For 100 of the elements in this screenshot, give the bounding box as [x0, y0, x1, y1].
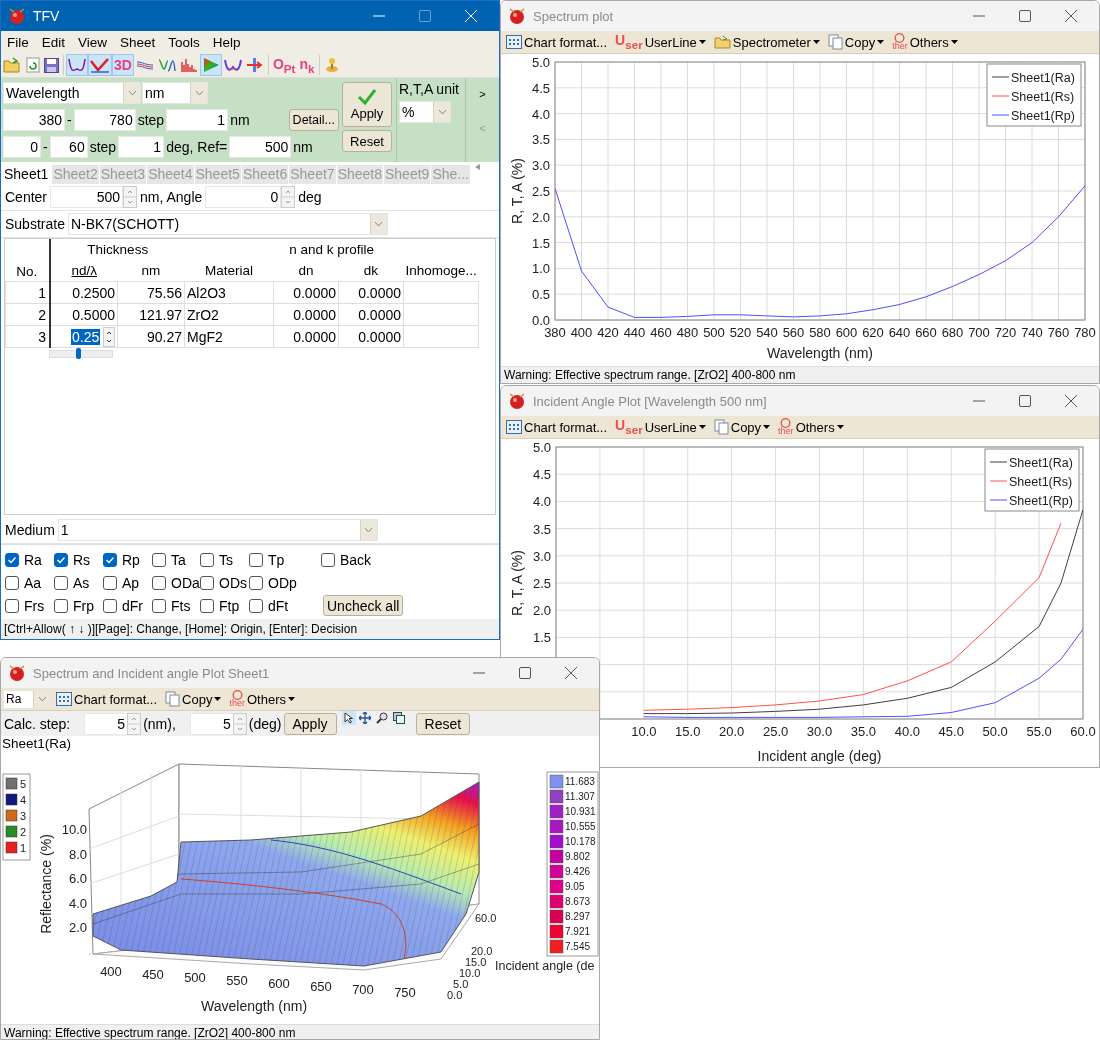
maximize-icon[interactable]	[1019, 395, 1031, 407]
slider-track[interactable]	[49, 350, 113, 358]
cell-editor[interactable]: 0.25	[71, 328, 101, 345]
column-header[interactable]: Inhomoge...	[403, 260, 479, 282]
column-header[interactable]: Material	[184, 260, 274, 282]
input-field[interactable]: 1	[166, 108, 229, 131]
input-field[interactable]: 0	[205, 186, 282, 208]
checkbox-box[interactable]	[200, 598, 214, 613]
column-header[interactable]: nd/λ	[50, 260, 118, 282]
toolbar-menu-button[interactable]: Chart format...	[503, 417, 611, 437]
checkbox[interactable]: ODa	[152, 574, 200, 591]
toolbar-button[interactable]	[199, 54, 222, 76]
input-field[interactable]: 500	[50, 186, 124, 208]
checkbox[interactable]: Aa	[5, 574, 54, 591]
checkbox[interactable]: Rs	[54, 551, 103, 568]
slider-thumb[interactable]	[75, 348, 81, 359]
toolbar-menu-button[interactable]: Spectrometer	[710, 32, 823, 52]
checkbox[interactable]: Ap	[103, 574, 152, 591]
checkbox[interactable]: Tp	[249, 551, 321, 568]
toolbar-button[interactable]	[88, 54, 112, 76]
detail-button[interactable]: Detail...	[288, 108, 339, 131]
apply-button[interactable]: Apply	[283, 712, 337, 735]
checkbox-box[interactable]	[249, 552, 263, 567]
scroll-left-icon[interactable]	[474, 164, 480, 170]
input-field[interactable]: 0	[3, 135, 41, 158]
checkbox-box[interactable]	[103, 598, 117, 613]
axis-dropdown[interactable]: Wavelength	[3, 81, 141, 104]
column-header[interactable]: dk	[338, 260, 404, 282]
checkbox[interactable]: Rp	[103, 551, 152, 568]
toolbar-menu-button[interactable]: Copy	[824, 32, 888, 52]
checkbox-box[interactable]	[152, 598, 166, 613]
column-header[interactable]: dn	[273, 260, 339, 282]
checkbox[interactable]: Ts	[200, 551, 249, 568]
checkbox-box[interactable]	[249, 598, 263, 613]
unit-dropdown[interactable]: %	[399, 101, 451, 123]
tool-button[interactable]	[356, 711, 373, 725]
menu-item[interactable]: File	[7, 34, 29, 50]
maximize-icon[interactable]	[1019, 10, 1031, 22]
expand-arrow[interactable]: >	[479, 88, 486, 100]
close-icon[interactable]	[1065, 10, 1077, 22]
maximize-icon[interactable]	[519, 667, 531, 679]
checkbox-box[interactable]	[54, 598, 68, 613]
toolbar-button[interactable]	[23, 54, 42, 76]
checkbox[interactable]: dFr	[103, 597, 152, 614]
checkbox-box[interactable]	[5, 598, 19, 613]
input-field[interactable]: 780	[73, 108, 136, 131]
input-field[interactable]: 5	[189, 712, 234, 735]
menu-item[interactable]: Sheet	[120, 34, 156, 50]
checkbox-box[interactable]	[152, 552, 166, 567]
menu-item[interactable]: Edit	[41, 34, 66, 50]
uncheck-all-button[interactable]: Uncheck all	[323, 595, 404, 616]
input-field[interactable]: 60	[49, 135, 88, 158]
checkbox[interactable]: Frp	[54, 597, 103, 614]
checkbox[interactable]: Fts	[152, 597, 200, 614]
checkbox[interactable]: ODp	[249, 574, 321, 591]
menu-item[interactable]: Tools	[168, 34, 200, 50]
checkbox[interactable]: Ta	[152, 551, 200, 568]
checkbox-box[interactable]	[103, 552, 117, 567]
mode-dropdown[interactable]: Ra	[3, 689, 51, 709]
checkbox-box[interactable]	[249, 575, 263, 590]
checkbox[interactable]: ODs	[200, 574, 249, 591]
toolbar-menu-button[interactable]: Chart format...	[53, 689, 161, 709]
tool-button[interactable]	[390, 711, 407, 725]
checkbox-box[interactable]	[5, 575, 19, 590]
checkbox-box[interactable]	[152, 575, 166, 590]
checkbox-box[interactable]	[200, 575, 214, 590]
substrate-dropdown[interactable]: N-BK7(SCHOTT)	[67, 213, 388, 235]
checkbox-box[interactable]	[5, 552, 19, 567]
menu-item[interactable]: View	[78, 34, 108, 50]
input-field[interactable]: 500	[229, 135, 292, 158]
spin-buttons-icon[interactable]	[103, 326, 115, 347]
checkbox[interactable]: Back	[321, 551, 401, 568]
toolbar-menu-button[interactable]: U$_{ser}$UserLine	[612, 32, 709, 52]
unit-dropdown[interactable]: nm	[142, 81, 208, 104]
close-icon[interactable]	[565, 667, 577, 679]
checkbox-box[interactable]	[54, 575, 68, 590]
checkbox[interactable]: Ftp	[200, 597, 249, 614]
checkbox-box[interactable]	[321, 552, 335, 567]
toolbar-button[interactable]	[66, 54, 88, 76]
menu-item[interactable]: Help	[212, 34, 241, 50]
checkbox-box[interactable]	[54, 552, 68, 567]
toolbar-menu-button[interactable]: Copy	[162, 689, 225, 709]
input-field[interactable]: 5	[84, 712, 129, 735]
apply-button[interactable]: Apply	[342, 82, 392, 127]
checkbox[interactable]: Frs	[5, 597, 54, 614]
checkbox-box[interactable]	[103, 575, 117, 590]
checkbox[interactable]: Ra	[5, 551, 54, 568]
tool-button[interactable]	[341, 711, 356, 725]
toolbar-menu-button[interactable]: U$_{ser}$UserLine	[612, 417, 709, 437]
input-field[interactable]: 1	[118, 135, 165, 158]
input-field[interactable]: 380	[3, 108, 65, 131]
checkbox[interactable]: As	[54, 574, 103, 591]
checkbox[interactable]: dFt	[249, 597, 321, 614]
column-header[interactable]: nm	[117, 260, 185, 282]
reset-button[interactable]: Reset	[415, 712, 471, 735]
medium-dropdown[interactable]: 1	[57, 519, 378, 541]
close-icon[interactable]	[1065, 395, 1077, 407]
checkbox-box[interactable]	[200, 552, 214, 567]
reset-button[interactable]: Reset	[342, 130, 392, 152]
toolbar-menu-button[interactable]: Chart format...	[503, 32, 611, 52]
